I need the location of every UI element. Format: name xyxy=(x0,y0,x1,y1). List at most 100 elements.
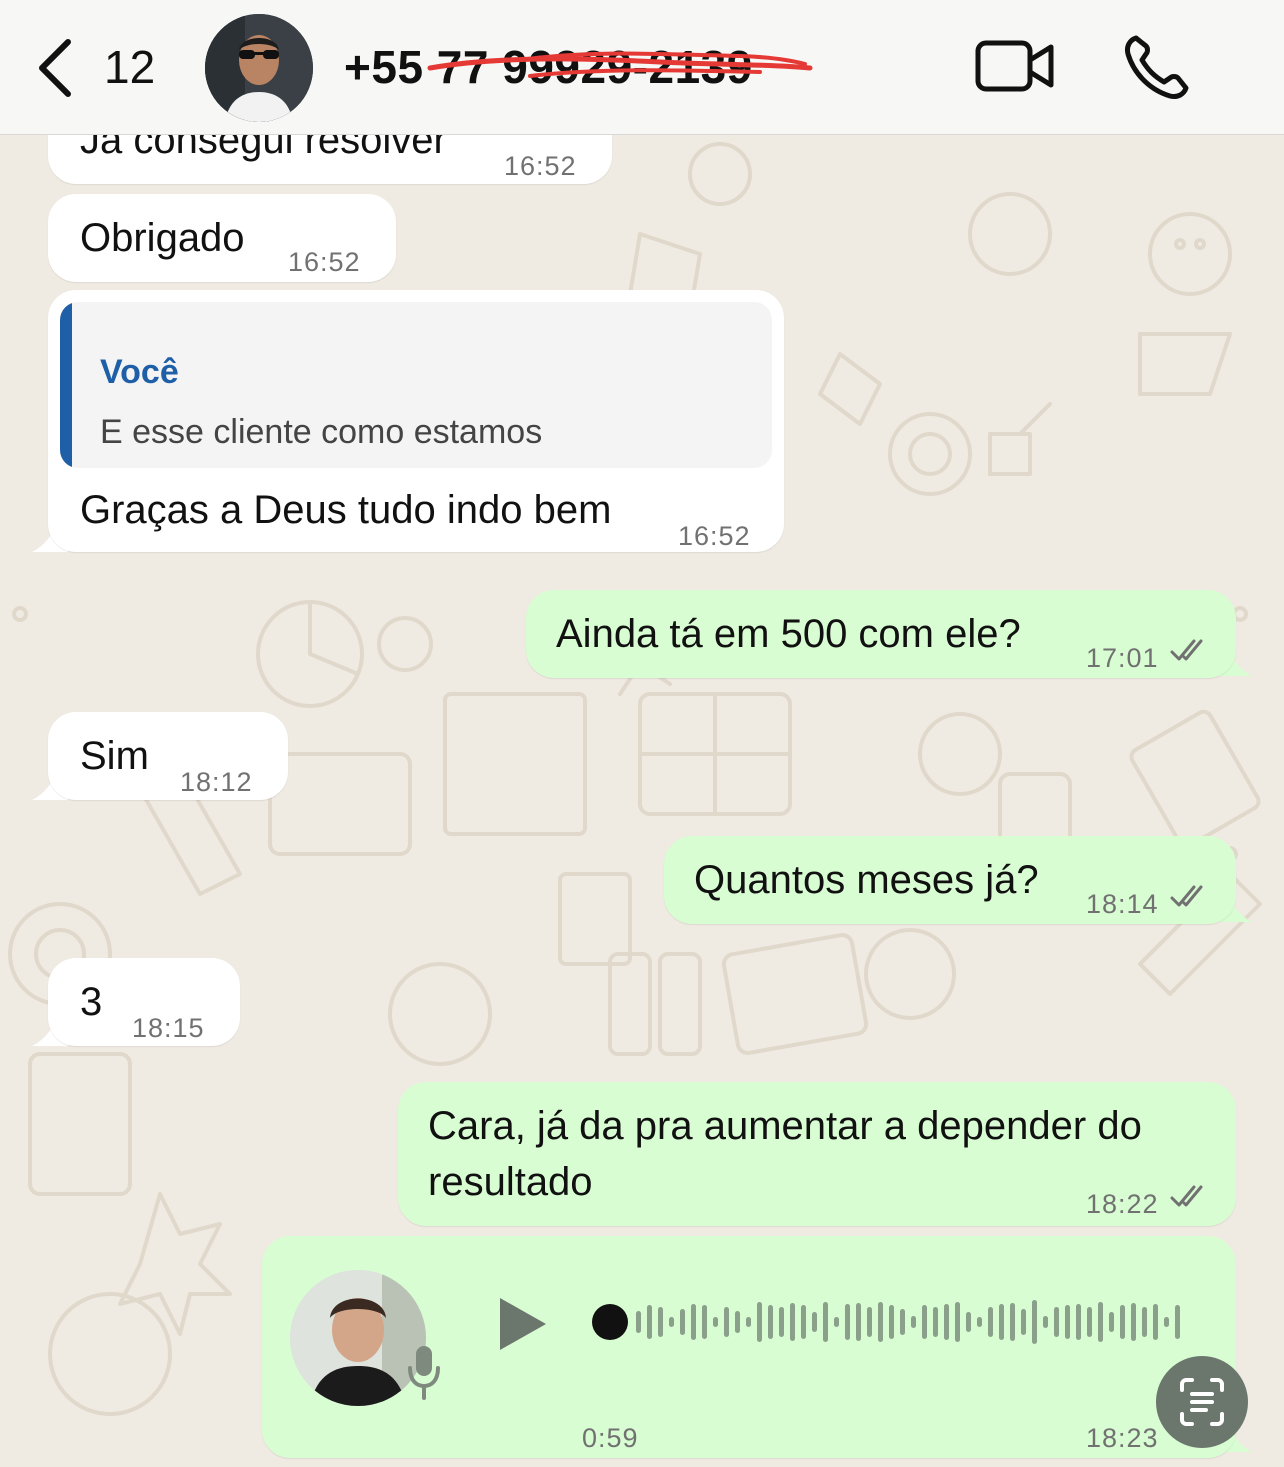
waveform-bar xyxy=(812,1312,817,1332)
waveform-bar xyxy=(757,1302,762,1342)
message-text: Sim xyxy=(80,734,149,778)
quote-accent-bar xyxy=(60,302,72,468)
waveform-bar xyxy=(933,1307,938,1337)
waveform-bar xyxy=(966,1312,971,1332)
scan-text-icon xyxy=(1180,1378,1224,1426)
waveform-bar xyxy=(922,1305,927,1339)
audio-duration: 0:59 xyxy=(582,1423,639,1453)
waveform-bar xyxy=(636,1311,641,1333)
message-time: 16:52 xyxy=(288,247,361,277)
unread-count: 12 xyxy=(104,41,156,93)
audio-scrubber[interactable] xyxy=(592,1282,1192,1362)
message-time: 16:52 xyxy=(504,151,577,181)
voice-call-button[interactable] xyxy=(1122,34,1192,100)
double-check-icon xyxy=(1170,1185,1203,1207)
outgoing-message[interactable]: Ainda tá em 500 com ele? 17:01 xyxy=(526,590,1236,678)
back-button[interactable]: 12 xyxy=(34,36,174,100)
waveform-bar xyxy=(1010,1303,1015,1341)
outgoing-message[interactable]: Cara, já da pra aumentar a depender do r… xyxy=(398,1082,1236,1226)
scan-text-button[interactable] xyxy=(1156,1356,1248,1448)
waveform-bar xyxy=(1065,1305,1070,1339)
message-time: 18:23 xyxy=(1086,1423,1159,1453)
waveform-bar xyxy=(988,1307,993,1337)
video-call-button[interactable] xyxy=(975,38,1055,94)
waveform-bar xyxy=(647,1305,652,1339)
waveform-bar xyxy=(724,1307,729,1337)
incoming-message[interactable]: 3 18:15 xyxy=(48,958,240,1046)
waveform-bar xyxy=(878,1302,883,1342)
waveform-bar xyxy=(735,1311,740,1333)
waveform-bar xyxy=(1131,1303,1136,1341)
waveform-bar xyxy=(944,1304,949,1340)
waveform-bar xyxy=(702,1305,707,1339)
waveform-bar xyxy=(1142,1307,1147,1337)
waveform-bar xyxy=(669,1317,674,1327)
video-camera-icon xyxy=(975,40,1054,92)
waveform-bar xyxy=(1087,1307,1092,1337)
message-text: 3 xyxy=(80,980,103,1024)
waveform-bar xyxy=(1054,1307,1059,1337)
message-text-line1: Cara, já da pra aumentar a depender do xyxy=(428,1104,1142,1148)
waveform-bar xyxy=(1175,1305,1180,1339)
waveform-bar xyxy=(856,1303,861,1341)
waveform-bar xyxy=(658,1307,663,1337)
play-button[interactable] xyxy=(490,1292,554,1356)
message-time: 18:12 xyxy=(180,767,253,797)
incoming-message[interactable]: Obrigado 16:52 xyxy=(48,194,396,282)
waveform-bar xyxy=(1120,1305,1125,1339)
waveform-bar xyxy=(977,1317,982,1327)
double-check-icon xyxy=(1170,639,1203,661)
waveform-bar xyxy=(779,1307,784,1337)
microphone-icon xyxy=(408,1346,440,1400)
message-time: 18:15 xyxy=(132,1013,205,1043)
message-time: 16:52 xyxy=(678,521,751,551)
message-text: Ainda tá em 500 com ele? xyxy=(556,612,1021,656)
waveform-bar xyxy=(1076,1304,1081,1340)
chat-header: 12 +55 77 99929-2139 xyxy=(0,0,1284,135)
message-time: 18:22 xyxy=(1086,1189,1159,1219)
waveform-bar xyxy=(746,1317,751,1327)
voice-message[interactable]: 0:59 18:23 xyxy=(262,1236,1236,1458)
waveform-bar xyxy=(691,1304,696,1340)
message-time: 17:01 xyxy=(1086,643,1159,673)
play-icon xyxy=(500,1298,546,1350)
waveform-bar xyxy=(834,1317,839,1327)
waveform-bar xyxy=(713,1317,718,1327)
waveform-bar xyxy=(1032,1300,1037,1344)
waveform-bar xyxy=(680,1309,685,1335)
waveform-bar xyxy=(1164,1317,1169,1327)
message-text: Quantos meses já? xyxy=(694,858,1039,902)
waveform-bar xyxy=(1109,1312,1114,1332)
message-time: 18:14 xyxy=(1086,889,1159,919)
chevron-left-icon xyxy=(39,39,71,97)
incoming-message[interactable]: Sim 18:12 xyxy=(48,712,288,800)
waveform-bar xyxy=(1153,1304,1158,1340)
waveform-bar xyxy=(955,1302,960,1342)
message-text-line2: resultado xyxy=(428,1160,593,1204)
waveform-bar xyxy=(867,1307,872,1337)
scrubber-handle[interactable] xyxy=(592,1304,628,1340)
waveform-bar xyxy=(768,1305,773,1339)
incoming-reply-message[interactable]: Você E esse cliente como estamos Graças … xyxy=(48,290,784,552)
message-text: Graças a Deus tudo indo bem xyxy=(80,488,612,532)
quoted-message[interactable]: Você E esse cliente como estamos xyxy=(60,302,772,468)
waveform-bar xyxy=(801,1305,806,1339)
phone-icon xyxy=(1125,35,1189,99)
outgoing-message[interactable]: Quantos meses já? 18:14 xyxy=(664,836,1236,924)
quote-author: Você xyxy=(100,353,179,391)
waveform-bar xyxy=(1043,1316,1048,1328)
waveform-bar xyxy=(823,1302,828,1342)
waveform-bar xyxy=(900,1309,905,1335)
message-text: Obrigado xyxy=(80,216,245,260)
waveform-bar xyxy=(845,1304,850,1340)
waveform-bar xyxy=(911,1316,916,1328)
double-check-icon xyxy=(1170,885,1203,907)
waveform-bar xyxy=(1021,1309,1026,1335)
audio-waveform xyxy=(636,1300,1180,1344)
waveform-bar xyxy=(790,1303,795,1341)
quote-text: E esse cliente como estamos xyxy=(100,413,543,451)
contact-avatar[interactable] xyxy=(205,14,313,122)
waveform-bar xyxy=(889,1305,894,1339)
waveform-bar xyxy=(1098,1302,1103,1342)
contact-name[interactable]: +55 77 99929-2139 xyxy=(344,40,753,94)
